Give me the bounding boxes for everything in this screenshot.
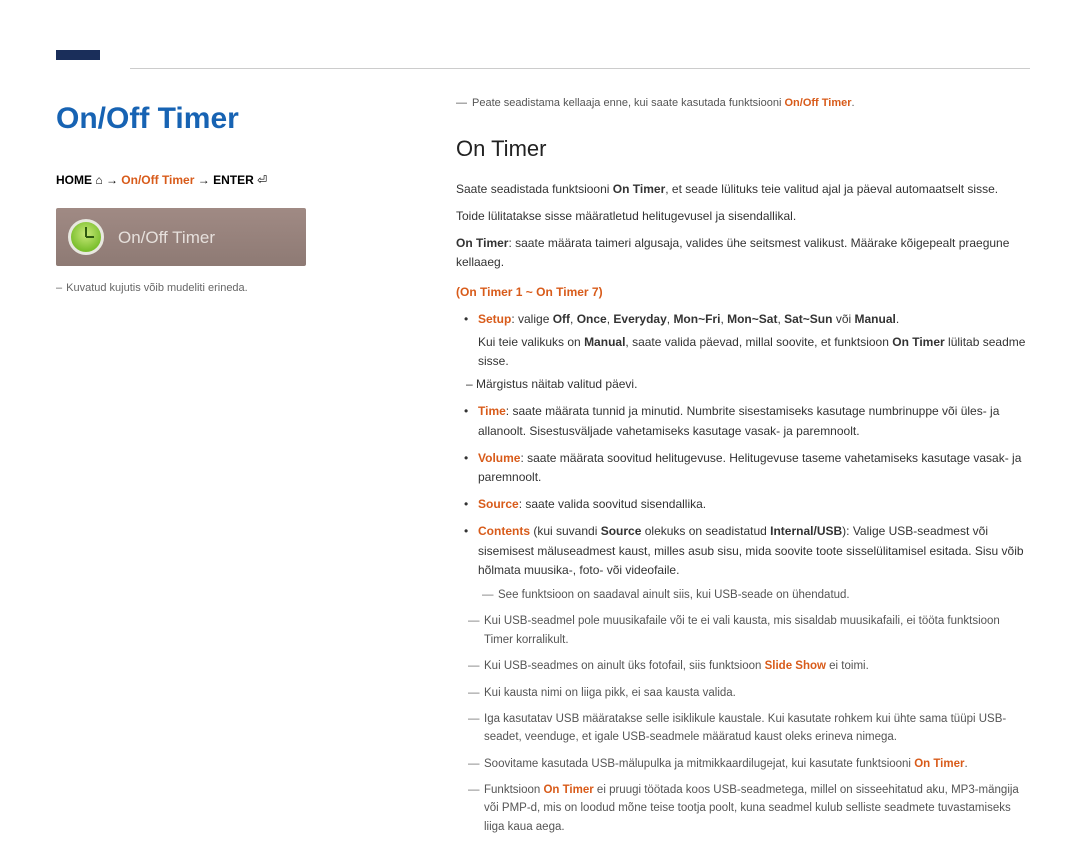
right-column: ―Peate seadistama kellaaja enne, kui saa… [456,95,1030,844]
top-note: ―Peate seadistama kellaaja enne, kui saa… [456,95,1030,113]
breadcrumb: HOME ⌂ → On/Off Timer → ENTER ⏎ [56,171,396,190]
page-title: On/Off Timer [56,95,396,143]
list-item: Volume: saate määrata soovitud helitugev… [478,449,1030,487]
sub-line: Kui teie valikuks on Manual, saate valid… [478,333,1030,371]
breadcrumb-home: HOME [56,173,92,187]
list-item: Kui USB-seadmes on ainult üks fotofail, … [470,657,1030,675]
page-corner-mark [56,50,100,60]
paragraph: On Timer: saate määrata taimeri algusaja… [456,234,1030,272]
list-item: See funktsioon on saadaval ainult siis, … [484,586,1030,604]
list-item: Kui USB-seadmel pole muusikafaile või te… [470,612,1030,649]
top-note-text: Peate seadistama kellaaja enne, kui saat… [472,97,784,109]
menu-preview-label: On/Off Timer [118,224,215,251]
top-note-bold: On/Off Timer [784,97,851,109]
top-divider [130,68,1030,69]
dashed-notes: Kui USB-seadmel pole muusikafaile või te… [456,612,1030,836]
breadcrumb-arrow: → [198,173,210,187]
sub-line: –Märgistus näitab valitud päevi. [478,375,1030,394]
breadcrumb-arrow: → [106,173,118,187]
paragraph: Saate seadistada funktsiooni On Timer, e… [456,180,1030,199]
dashed-sublist: See funktsioon on saadaval ainult siis, … [478,586,1030,604]
enter-icon: ⏎ [257,173,267,187]
home-icon: ⌂ [95,173,106,187]
list-item: Kui kausta nimi on liiga pikk, ei saa ka… [470,684,1030,702]
sub-heading: (On Timer 1 ~ On Timer 7) [456,283,1030,302]
breadcrumb-item: On/Off Timer [121,173,194,187]
list-item: Source: saate valida soovitud sisendalli… [478,495,1030,514]
list-item: Contents (kui suvandi Source olekuks on … [478,522,1030,604]
paragraph: Toide lülitatakse sisse määratletud heli… [456,207,1030,226]
list-item: Soovitame kasutada USB-mälupulka ja mitm… [470,755,1030,773]
caption-text: Kuvatud kujutis võib mudeliti erineda. [66,282,248,294]
left-column: On/Off Timer HOME ⌂ → On/Off Timer → ENT… [56,95,396,298]
menu-preview: On/Off Timer [56,208,306,266]
breadcrumb-enter: ENTER [213,173,254,187]
list-item: Setup: valige Off, Once, Everyday, Mon~F… [478,310,1030,395]
list-item: Time: saate määrata tunnid ja minutid. N… [478,402,1030,440]
list-item: Iga kasutatav USB määratakse selle isikl… [470,710,1030,747]
bullet-list: Setup: valige Off, Once, Everyday, Mon~F… [456,310,1030,605]
list-item: Funktsioon On Timer ei pruugi töötada ko… [470,781,1030,836]
preview-caption: –Kuvatud kujutis võib mudeliti erineda. [56,280,396,298]
clock-icon [68,219,104,255]
section-title: On Timer [456,131,1030,166]
